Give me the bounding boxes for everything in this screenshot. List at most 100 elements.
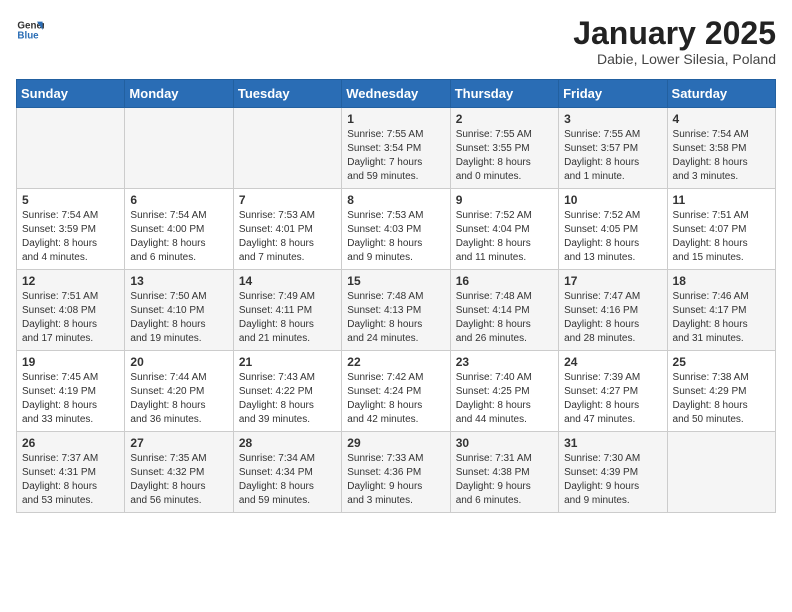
day-number: 7 [239, 193, 336, 207]
day-number: 4 [673, 112, 770, 126]
day-number: 15 [347, 274, 444, 288]
weekday-header-wednesday: Wednesday [342, 80, 450, 108]
day-number: 25 [673, 355, 770, 369]
day-cell: 14 Sunrise: 7:49 AM Sunset: 4:11 PM Dayli… [233, 270, 341, 351]
day-cell: 1 Sunrise: 7:55 AM Sunset: 3:54 PM Daylig… [342, 108, 450, 189]
day-number: 29 [347, 436, 444, 450]
day-cell: 9Sunrise: 7:52 AM Sunset: 4:04 PM Daylig… [450, 189, 558, 270]
day-cell: 21 Sunrise: 7:43 AM Sunset: 4:22 PM Dayli… [233, 351, 341, 432]
day-info: Sunrise: 7:55 AM Sunset: 3:54 PM Dayligh… [347, 128, 444, 184]
day-info: Sunrise: 7:39 AM Sunset: 4:27 PM Dayligh… [564, 371, 661, 427]
page-header: General Blue January 2025 Dabie, Lower S… [16, 16, 776, 67]
day-cell: 8Sunrise: 7:53 AM Sunset: 4:03 PM Daylig… [342, 189, 450, 270]
day-cell: 19 Sunrise: 7:45 AM Sunset: 4:19 PM Dayli… [17, 351, 125, 432]
day-number: 27 [130, 436, 227, 450]
day-info: Sunrise: 7:52 AM Sunset: 4:05 PM Dayligh… [564, 209, 661, 265]
day-info: Sunrise: 7:42 AM Sunset: 4:24 PM Dayligh… [347, 371, 444, 427]
day-info: Sunrise: 7:38 AM Sunset: 4:29 PM Dayligh… [673, 371, 770, 427]
day-number: 21 [239, 355, 336, 369]
day-info: Sunrise: 7:35 AM Sunset: 4:32 PM Dayligh… [130, 452, 227, 508]
weekday-header-monday: Monday [125, 80, 233, 108]
day-cell [667, 432, 775, 513]
day-cell: 26 Sunrise: 7:37 AM Sunset: 4:31 PM Dayli… [17, 432, 125, 513]
logo-icon: General Blue [16, 16, 44, 44]
day-cell: 6 Sunrise: 7:54 AM Sunset: 4:00 PM Daylig… [125, 189, 233, 270]
logo: General Blue [16, 16, 44, 44]
day-number: 13 [130, 274, 227, 288]
day-info: Sunrise: 7:47 AM Sunset: 4:16 PM Dayligh… [564, 290, 661, 346]
week-row-4: 19 Sunrise: 7:45 AM Sunset: 4:19 PM Dayli… [17, 351, 776, 432]
day-info: Sunrise: 7:54 AM Sunset: 3:59 PM Dayligh… [22, 209, 119, 265]
title-section: January 2025 Dabie, Lower Silesia, Polan… [573, 16, 776, 67]
day-cell: 11Sunrise: 7:51 AM Sunset: 4:07 PM Dayli… [667, 189, 775, 270]
day-cell: 22 Sunrise: 7:42 AM Sunset: 4:24 PM Dayli… [342, 351, 450, 432]
weekday-header-tuesday: Tuesday [233, 80, 341, 108]
day-cell: 24 Sunrise: 7:39 AM Sunset: 4:27 PM Dayli… [559, 351, 667, 432]
day-info: Sunrise: 7:55 AM Sunset: 3:55 PM Dayligh… [456, 128, 553, 184]
day-cell: 18 Sunrise: 7:46 AM Sunset: 4:17 PM Dayli… [667, 270, 775, 351]
day-cell: 30 Sunrise: 7:31 AM Sunset: 4:38 PM Dayli… [450, 432, 558, 513]
week-row-5: 26 Sunrise: 7:37 AM Sunset: 4:31 PM Dayli… [17, 432, 776, 513]
day-number: 6 [130, 193, 227, 207]
day-info: Sunrise: 7:33 AM Sunset: 4:36 PM Dayligh… [347, 452, 444, 508]
day-info: Sunrise: 7:48 AM Sunset: 4:13 PM Dayligh… [347, 290, 444, 346]
day-number: 30 [456, 436, 553, 450]
day-cell [125, 108, 233, 189]
day-number: 10 [564, 193, 661, 207]
day-number: 26 [22, 436, 119, 450]
day-info: Sunrise: 7:43 AM Sunset: 4:22 PM Dayligh… [239, 371, 336, 427]
day-cell: 31 Sunrise: 7:30 AM Sunset: 4:39 PM Dayli… [559, 432, 667, 513]
location-subtitle: Dabie, Lower Silesia, Poland [573, 51, 776, 67]
weekday-header-row: SundayMondayTuesdayWednesdayThursdayFrid… [17, 80, 776, 108]
day-cell: 3 Sunrise: 7:55 AM Sunset: 3:57 PM Daylig… [559, 108, 667, 189]
day-info: Sunrise: 7:53 AM Sunset: 4:01 PM Dayligh… [239, 209, 336, 265]
day-number: 20 [130, 355, 227, 369]
day-number: 18 [673, 274, 770, 288]
day-cell: 4Sunrise: 7:54 AM Sunset: 3:58 PM Daylig… [667, 108, 775, 189]
day-info: Sunrise: 7:52 AM Sunset: 4:04 PM Dayligh… [456, 209, 553, 265]
day-info: Sunrise: 7:51 AM Sunset: 4:07 PM Dayligh… [673, 209, 770, 265]
day-number: 3 [564, 112, 661, 126]
day-cell: 2Sunrise: 7:55 AM Sunset: 3:55 PM Daylig… [450, 108, 558, 189]
day-number: 19 [22, 355, 119, 369]
day-number: 31 [564, 436, 661, 450]
day-info: Sunrise: 7:37 AM Sunset: 4:31 PM Dayligh… [22, 452, 119, 508]
day-info: Sunrise: 7:31 AM Sunset: 4:38 PM Dayligh… [456, 452, 553, 508]
day-number: 5 [22, 193, 119, 207]
day-cell [17, 108, 125, 189]
day-number: 1 [347, 112, 444, 126]
day-cell: 16Sunrise: 7:48 AM Sunset: 4:14 PM Dayli… [450, 270, 558, 351]
day-cell: 17Sunrise: 7:47 AM Sunset: 4:16 PM Dayli… [559, 270, 667, 351]
day-info: Sunrise: 7:50 AM Sunset: 4:10 PM Dayligh… [130, 290, 227, 346]
day-info: Sunrise: 7:55 AM Sunset: 3:57 PM Dayligh… [564, 128, 661, 184]
calendar-table: SundayMondayTuesdayWednesdayThursdayFrid… [16, 79, 776, 513]
day-info: Sunrise: 7:30 AM Sunset: 4:39 PM Dayligh… [564, 452, 661, 508]
day-number: 22 [347, 355, 444, 369]
day-number: 12 [22, 274, 119, 288]
day-number: 8 [347, 193, 444, 207]
day-cell: 25 Sunrise: 7:38 AM Sunset: 4:29 PM Dayli… [667, 351, 775, 432]
week-row-2: 5 Sunrise: 7:54 AM Sunset: 3:59 PM Daylig… [17, 189, 776, 270]
day-cell: 12 Sunrise: 7:51 AM Sunset: 4:08 PM Dayli… [17, 270, 125, 351]
day-number: 28 [239, 436, 336, 450]
day-cell: 10 Sunrise: 7:52 AM Sunset: 4:05 PM Dayli… [559, 189, 667, 270]
day-info: Sunrise: 7:49 AM Sunset: 4:11 PM Dayligh… [239, 290, 336, 346]
day-cell [233, 108, 341, 189]
svg-text:Blue: Blue [17, 30, 39, 41]
week-row-3: 12 Sunrise: 7:51 AM Sunset: 4:08 PM Dayli… [17, 270, 776, 351]
weekday-header-friday: Friday [559, 80, 667, 108]
day-info: Sunrise: 7:46 AM Sunset: 4:17 PM Dayligh… [673, 290, 770, 346]
day-info: Sunrise: 7:48 AM Sunset: 4:14 PM Dayligh… [456, 290, 553, 346]
day-info: Sunrise: 7:51 AM Sunset: 4:08 PM Dayligh… [22, 290, 119, 346]
day-info: Sunrise: 7:34 AM Sunset: 4:34 PM Dayligh… [239, 452, 336, 508]
day-cell: 28 Sunrise: 7:34 AM Sunset: 4:34 PM Dayli… [233, 432, 341, 513]
day-number: 14 [239, 274, 336, 288]
day-number: 24 [564, 355, 661, 369]
day-info: Sunrise: 7:45 AM Sunset: 4:19 PM Dayligh… [22, 371, 119, 427]
month-title: January 2025 [573, 16, 776, 51]
day-info: Sunrise: 7:54 AM Sunset: 4:00 PM Dayligh… [130, 209, 227, 265]
weekday-header-sunday: Sunday [17, 80, 125, 108]
day-info: Sunrise: 7:40 AM Sunset: 4:25 PM Dayligh… [456, 371, 553, 427]
weekday-header-saturday: Saturday [667, 80, 775, 108]
day-cell: 15 Sunrise: 7:48 AM Sunset: 4:13 PM Dayli… [342, 270, 450, 351]
